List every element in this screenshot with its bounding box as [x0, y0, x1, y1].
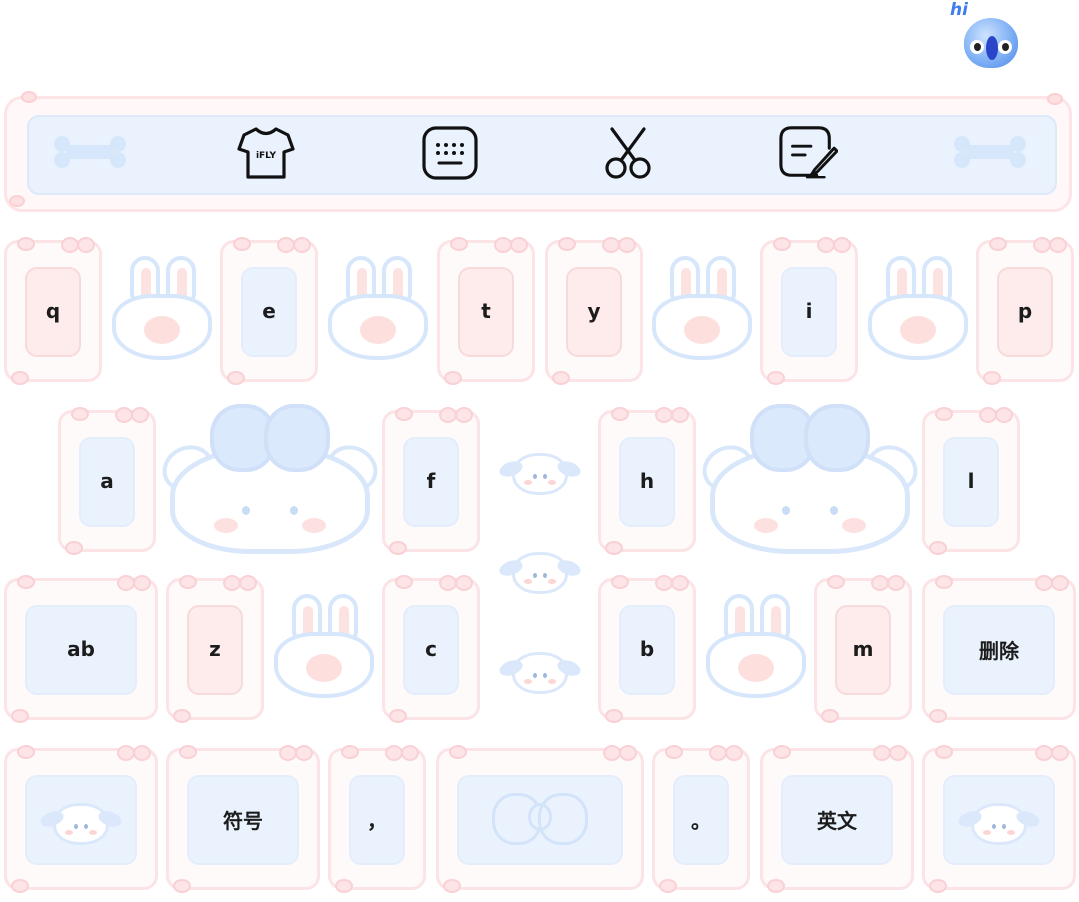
hi-bubble: hi [950, 0, 968, 20]
key-label: c [425, 637, 437, 661]
key-h[interactable]: h [598, 407, 696, 555]
key-b[interactable]: b [598, 575, 696, 723]
bunny-face-icon [971, 803, 1027, 845]
tshirt-icon[interactable]: iFLY [236, 124, 296, 182]
key-c[interactable]: c [382, 575, 480, 723]
key-label: t [481, 299, 491, 323]
key-label: q [45, 299, 61, 323]
key-m[interactable]: m [814, 575, 912, 723]
key-label: y [587, 299, 601, 323]
key-label: f [426, 469, 436, 493]
key-label: a [100, 469, 114, 493]
key-comma[interactable]: ， [328, 745, 426, 893]
handwriting-note-icon[interactable] [778, 124, 838, 182]
ifly-mascot[interactable]: hi [944, 0, 1026, 72]
scissors-icon[interactable] [598, 124, 658, 182]
key-label: p [1017, 299, 1033, 323]
key-label: 删除 [979, 638, 1019, 663]
key-i[interactable]: i [760, 237, 858, 385]
key-ab-mode[interactable]: ab [4, 575, 158, 723]
bone-icon [54, 136, 126, 168]
key-q[interactable]: q [4, 237, 102, 385]
mini-bunny-decor [490, 426, 590, 516]
bunny-paw-decor [706, 594, 806, 702]
key-label: 符号 [223, 808, 263, 833]
key-a[interactable]: a [58, 407, 156, 555]
key-label: 。 [691, 808, 711, 833]
bunny-face-decor [694, 404, 926, 554]
key-label: ， [367, 808, 387, 833]
toolbar-inner [27, 115, 1057, 195]
key-label: i [805, 299, 813, 323]
key-label: b [639, 637, 655, 661]
mini-bunny-decor [490, 630, 590, 710]
bunny-face-icon [53, 803, 109, 845]
bird-mascot-icon [964, 18, 1018, 68]
key-t[interactable]: t [437, 237, 535, 385]
key-e[interactable]: e [220, 237, 318, 385]
key-label: h [639, 469, 655, 493]
keyboard-icon[interactable] [420, 124, 480, 182]
key-y[interactable]: y [545, 237, 643, 385]
key-label: ab [67, 637, 95, 661]
bone-icon [954, 136, 1026, 168]
key-space[interactable] [436, 745, 644, 893]
key-emoji-right[interactable] [922, 745, 1076, 893]
bunny-paw-decor [652, 256, 752, 364]
key-label: z [209, 637, 221, 661]
key-p[interactable]: p [976, 237, 1074, 385]
key-label: 英文 [817, 808, 857, 833]
key-label: m [852, 637, 874, 661]
key-emoji[interactable] [4, 745, 158, 893]
bunny-paw-decor [112, 256, 212, 364]
key-label: l [967, 469, 975, 493]
key-lang-switch[interactable]: 英文 [760, 745, 914, 893]
key-period[interactable]: 。 [652, 745, 750, 893]
bunny-paw-decor [868, 256, 968, 364]
bunny-face-decor [154, 404, 386, 554]
key-label [439, 751, 641, 887]
key-z[interactable]: z [166, 575, 264, 723]
mini-bunny-decor [490, 530, 590, 610]
svg-text:iFLY: iFLY [256, 151, 277, 161]
toolbar-panel [4, 91, 1072, 212]
key-l[interactable]: l [922, 407, 1020, 555]
bunny-paw-decor [328, 256, 428, 364]
key-delete[interactable]: 删除 [922, 575, 1076, 723]
bunny-paw-decor [274, 594, 374, 702]
key-label: e [262, 299, 276, 323]
key-symbols[interactable]: 符号 [166, 745, 320, 893]
key-f[interactable]: f [382, 407, 480, 555]
